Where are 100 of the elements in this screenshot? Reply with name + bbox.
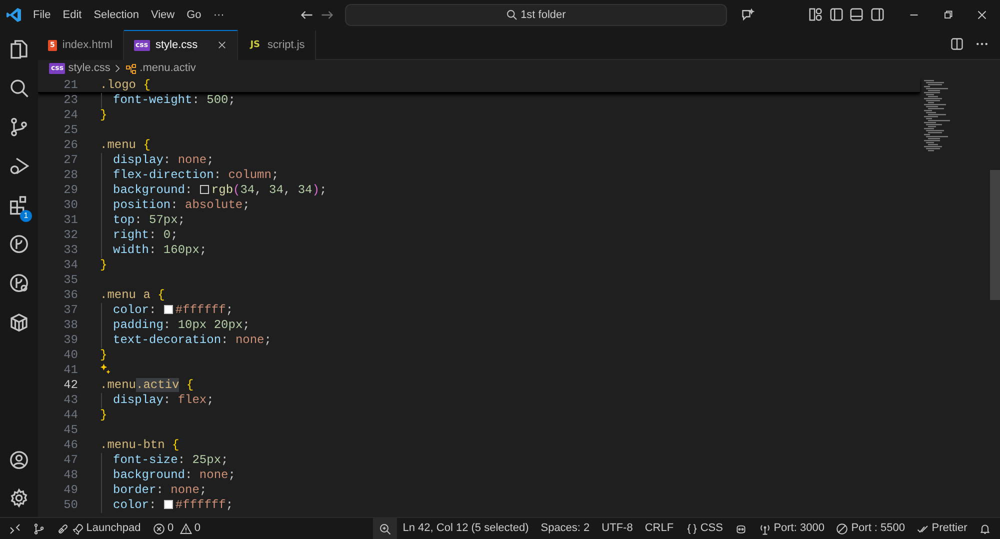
remote-explorer-icon[interactable] xyxy=(9,273,29,294)
primary-sidebar-icon[interactable] xyxy=(828,7,844,22)
files-icon[interactable] xyxy=(9,39,29,60)
search-icon xyxy=(506,8,518,21)
menu-item[interactable]: ··· xyxy=(207,6,230,24)
layout-icon[interactable] xyxy=(808,7,823,22)
line-number: 38 xyxy=(62,318,79,333)
code-line: .logo { xyxy=(99,78,150,92)
code-line: position: absolute; xyxy=(96,198,250,213)
status-text: Prettier xyxy=(932,521,968,536)
line-number: 35 xyxy=(62,272,79,288)
menu-item[interactable]: Edit xyxy=(56,6,88,24)
file-type-icon: JS xyxy=(248,40,262,51)
editor-tab[interactable]: JS script.js xyxy=(238,30,316,60)
zoom-icon[interactable] xyxy=(378,522,391,534)
status-text: Ln 42, Col 12 (5 selected) xyxy=(402,521,529,536)
line-number: 50 xyxy=(62,498,79,513)
package-icon[interactable] xyxy=(9,312,29,332)
code-line: text-decoration: none; xyxy=(96,332,272,348)
code-line: .menu.activ { xyxy=(99,378,194,393)
restore-icon[interactable] xyxy=(942,8,954,21)
code-line: } xyxy=(99,108,108,123)
scrollbar-thumb[interactable] xyxy=(990,170,1000,300)
account-icon[interactable] xyxy=(9,450,29,470)
settings-icon[interactable] xyxy=(9,488,29,508)
line-number: 26 xyxy=(62,138,79,153)
chevron-right-icon xyxy=(113,64,122,74)
line-number: 25 xyxy=(62,122,79,138)
secondary-sidebar-icon[interactable] xyxy=(870,7,884,22)
branch-icon[interactable] xyxy=(32,522,45,534)
status-text: 0 xyxy=(194,521,200,536)
code-line: } xyxy=(99,258,108,273)
code-line: padding: 10px 20px; xyxy=(96,318,250,333)
blocked-icon xyxy=(836,522,848,534)
code-line: border: none; xyxy=(96,482,207,498)
menu-item[interactable]: View xyxy=(144,6,181,24)
close-icon[interactable] xyxy=(976,8,988,21)
line-number: 47 xyxy=(62,452,79,468)
close-icon[interactable] xyxy=(217,40,228,50)
app-logo-icon xyxy=(6,6,22,23)
notification-badge: 1 xyxy=(20,210,32,222)
tab-label: script.js xyxy=(268,38,305,54)
menu-item[interactable]: Selection xyxy=(88,6,145,24)
code-line: .menu { xyxy=(99,138,150,153)
link-icon xyxy=(56,522,69,534)
search-field[interactable]: 1st folder xyxy=(344,4,727,26)
code-line: right: 0; xyxy=(96,228,178,243)
line-number: 27 xyxy=(62,152,79,168)
menu-item[interactable]: File xyxy=(27,6,57,24)
code-line: color: #ffffff; xyxy=(96,302,234,318)
menu-item[interactable]: Go xyxy=(180,6,208,24)
status-text: Port : 5500 xyxy=(851,521,906,536)
line-number: 41 xyxy=(62,362,79,378)
split-editor-icon[interactable] xyxy=(950,37,964,52)
code-line: font-weight: 500; xyxy=(96,92,236,108)
line-number: 37 xyxy=(62,302,79,318)
line-number: 43 xyxy=(62,392,79,408)
line-number: 34 xyxy=(62,258,79,273)
line-number: 21 xyxy=(62,78,79,92)
git-graph-icon[interactable] xyxy=(9,234,29,254)
braces-icon xyxy=(686,522,698,534)
search-icon[interactable] xyxy=(9,78,29,98)
antenna-icon xyxy=(758,522,771,534)
sparkle-icon[interactable] xyxy=(100,362,112,375)
code-line: flex-direction: column; xyxy=(96,168,279,183)
remote-icon[interactable] xyxy=(8,522,21,534)
code-line: color: #ffffff; xyxy=(96,498,234,513)
source-control-icon[interactable] xyxy=(9,117,29,138)
status-text: CRLF xyxy=(644,521,674,536)
line-number: 29 xyxy=(62,182,79,198)
code-line: .menu-btn { xyxy=(99,438,180,453)
line-number: 44 xyxy=(62,408,79,423)
line-number: 24 xyxy=(62,108,79,123)
breadcrumb-item[interactable]: .menu.activ xyxy=(140,60,196,77)
line-number: 31 xyxy=(62,212,79,228)
code-line: font-size: 25px; xyxy=(96,452,228,468)
error-icon xyxy=(152,522,165,534)
status-text: Spaces: 2 xyxy=(540,521,590,536)
code-line: .menu a { xyxy=(99,288,165,303)
status-text: UTF-8 xyxy=(602,521,633,536)
color-swatch[interactable] xyxy=(164,304,174,314)
run-debug-icon[interactable] xyxy=(9,156,29,176)
color-swatch[interactable] xyxy=(200,184,210,194)
line-number: 46 xyxy=(62,438,79,453)
status-text: Launchpad xyxy=(86,521,141,536)
line-number: 23 xyxy=(62,92,79,108)
tab-label: index.html xyxy=(62,38,113,54)
line-number: 40 xyxy=(62,348,79,363)
line-number: 32 xyxy=(62,228,79,243)
bell-icon[interactable] xyxy=(979,522,992,534)
code-line: background: rgb(34, 34, 34); xyxy=(96,182,327,198)
line-number: 45 xyxy=(62,422,79,438)
color-swatch[interactable] xyxy=(164,500,174,509)
status-text: 0 xyxy=(167,521,174,536)
breadcrumb-item[interactable]: style.css xyxy=(68,60,110,77)
copilot-icon[interactable] xyxy=(734,522,747,534)
symbol-class-icon xyxy=(124,62,137,75)
rocket-icon xyxy=(72,522,84,534)
line-number: 33 xyxy=(62,242,79,258)
panel-icon[interactable] xyxy=(849,7,864,22)
